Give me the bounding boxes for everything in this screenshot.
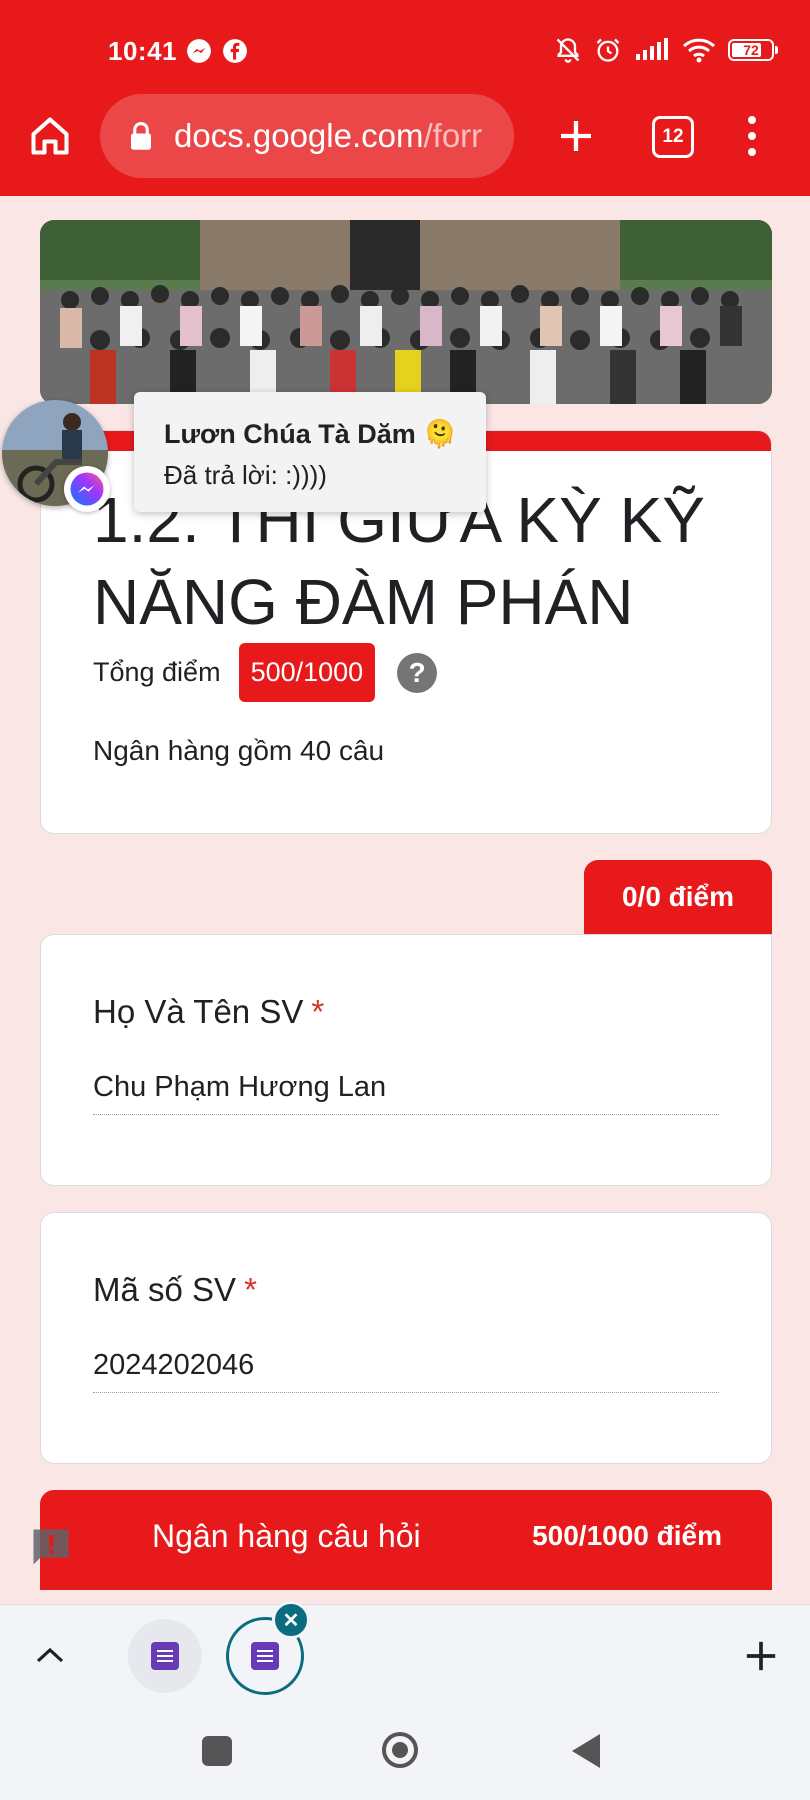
total-score-row: Tổng điểm 500/1000 ? (93, 643, 438, 702)
google-forms-icon (251, 1642, 279, 1670)
chat-sender-name: Lươn Chúa Tà Dăm 🫠 (164, 419, 457, 449)
status-icons: 72 (554, 36, 778, 64)
alarm-icon (596, 38, 620, 62)
battery-level: 72 (743, 42, 759, 58)
section-points-tab: 0/0 điểm (584, 860, 772, 934)
messenger-icon (70, 472, 104, 506)
section-title: Ngân hàng câu hỏi (152, 1518, 421, 1554)
question-label-text: Mã số SV (93, 1271, 237, 1308)
chat-preview-bubble[interactable]: Lươn Chúa Tà Dăm 🫠 Đã trả lời: :)))) (134, 392, 486, 512)
facebook-notification-icon (223, 39, 247, 63)
system-navigation-bar (0, 1704, 810, 1800)
chat-message-preview: Đã trả lời: :)))) (164, 460, 327, 490)
form-header-image (40, 220, 772, 404)
question-card-name: Họ Và Tên SV * Chu Phạm Hương Lan (40, 934, 772, 1186)
battery-indicator: 72 (728, 39, 778, 61)
recents-button[interactable] (202, 1736, 232, 1766)
question-label: Mã số SV * (93, 1271, 257, 1309)
total-score-badge: 500/1000 (238, 643, 376, 702)
required-asterisk: * (244, 1271, 257, 1308)
answer-input[interactable]: 2024202046 (93, 1349, 719, 1393)
google-forms-icon (151, 1642, 179, 1670)
wifi-icon (682, 38, 716, 63)
address-bar[interactable]: docs.google.com/forr (100, 94, 514, 178)
home-icon[interactable] (28, 114, 72, 158)
url-text: docs.google.com/forr (174, 117, 482, 155)
new-tab-plus-icon[interactable] (556, 116, 596, 156)
tab-group-item[interactable] (128, 1619, 202, 1693)
messenger-badge (64, 466, 110, 512)
question-label: Họ Và Tên SV * (93, 993, 324, 1031)
answer-input[interactable]: Chu Phạm Hương Lan (93, 1071, 719, 1115)
total-score-label: Tổng điểm (93, 657, 221, 687)
home-button[interactable] (382, 1732, 418, 1768)
section-header: Ngân hàng câu hỏi 500/1000 điểm (40, 1490, 772, 1590)
form-description: Ngân hàng gồm 40 câu (93, 735, 385, 766)
url-path: /forr (423, 117, 483, 154)
back-button[interactable] (572, 1734, 600, 1768)
help-icon[interactable]: ? (397, 652, 438, 693)
close-tab-icon[interactable]: ✕ (272, 1601, 310, 1639)
url-domain: docs.google.com (174, 117, 424, 154)
browser-top-bar: 10:41 72 docs.google.com/forr 12 (0, 0, 810, 196)
report-abuse-icon[interactable] (30, 1526, 72, 1568)
messenger-notification-icon (187, 39, 211, 63)
chevron-up-icon[interactable] (34, 1645, 66, 1665)
status-time: 10:41 (108, 36, 177, 66)
lock-icon (131, 121, 151, 150)
tab-switcher-button[interactable]: 12 (652, 116, 694, 158)
question-label-text: Họ Và Tên SV (93, 993, 304, 1030)
mute-bell-icon (556, 38, 580, 63)
signal-icon (636, 38, 668, 60)
add-tab-plus-icon[interactable] (744, 1639, 778, 1673)
question-card-student-id: Mã số SV * 2024202046 (40, 1212, 772, 1464)
tab-group-strip: ✕ (0, 1601, 810, 1705)
section-points: 500/1000 điểm (532, 1520, 722, 1551)
more-menu-icon[interactable] (740, 116, 764, 156)
required-asterisk: * (311, 993, 325, 1030)
